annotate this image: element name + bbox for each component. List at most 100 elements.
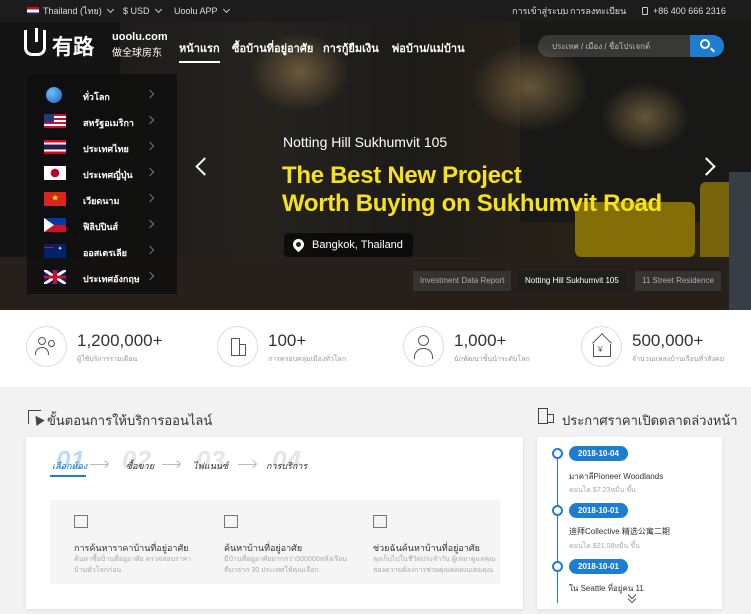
country-item-philippines[interactable]: ฟิลิปปินส์ xyxy=(27,212,177,238)
logo-mark-icon xyxy=(24,28,46,56)
country-label: ประเทศไทย xyxy=(83,144,129,154)
service-desc: ลุงเก็บไปในชีวิตประจำวัน ผู้เหยาดูแลคุณส… xyxy=(373,556,496,574)
service-title: ค้นหาบ้านที่อยู่อาศัย xyxy=(224,543,303,553)
stat-number: 1,000+ xyxy=(454,331,507,350)
country-label: เวียดนาม xyxy=(83,196,120,206)
presale-item-price: คอนโด $7.23หมื่น ขึ้น xyxy=(569,487,636,494)
chevron-right-icon xyxy=(145,141,155,151)
arrow-right-icon xyxy=(162,464,180,465)
country-item-thailand[interactable]: ประเทศไทย xyxy=(27,134,177,160)
login-link[interactable]: การเข้าสู่ระบบ xyxy=(512,0,568,22)
presale-date: 2018-10-04 xyxy=(569,446,628,461)
stat-caption: ผู้ใช้บริการรายเดือน xyxy=(77,356,138,363)
country-item-japan[interactable]: ประเทศญี่ปุ่น xyxy=(27,160,177,186)
building-icon xyxy=(538,408,554,424)
register-link[interactable]: การลงทะเบียน xyxy=(570,0,626,22)
top-divider: | xyxy=(562,6,565,16)
country-label: ทั่วโลก xyxy=(83,92,110,102)
nav-buy-residence[interactable]: ซื้อบ้านที่อยู่อาศัย xyxy=(232,39,313,57)
australia-flag-icon: ✦ xyxy=(44,244,66,258)
stat-caption: จำนวนแหล่งบ้านเรือนทั่วสังคม xyxy=(632,356,725,363)
top-bar: Thailand (ไทย) $ USD Uoolu APP การเข้าสู… xyxy=(0,0,751,22)
cursor-click-icon xyxy=(28,410,45,427)
chevron-down-icon xyxy=(154,5,162,14)
stat-caption: การครอบคลุมเมืองทั่วโลก xyxy=(268,356,347,363)
presale-item-title[interactable]: 迪拜Collective 精选公寓二期 xyxy=(569,526,670,537)
country-item-vietnam[interactable]: ★ เวียดนาม xyxy=(27,186,177,212)
nav-housekeeper[interactable]: พ่อบ้าน/แม่บ้าน xyxy=(392,39,465,57)
building-icon xyxy=(217,326,258,367)
document-search-icon xyxy=(373,515,387,528)
currency-label: $ USD xyxy=(123,6,150,16)
country-item-us[interactable]: สหรัฐอเมริกา xyxy=(27,108,177,134)
slide-location-badge: Bangkok, Thailand xyxy=(284,233,413,257)
step-active-underline xyxy=(50,475,86,477)
chart-house-icon xyxy=(74,515,88,528)
carousel-thumb[interactable]: Investment Data Report xyxy=(413,271,512,291)
slide-title-line2: Worth Buying on Sukhumvit Road xyxy=(282,190,662,217)
nav-loans[interactable]: การกู้ยืมเงิน xyxy=(323,39,379,57)
region-label: Thailand (ไทย) xyxy=(43,6,102,16)
double-chevron-down-icon[interactable] xyxy=(627,590,637,604)
presale-item-title[interactable]: มาคาลีPioneer Woodlands xyxy=(569,470,663,483)
thailand-flag-icon xyxy=(27,6,39,15)
chevron-right-icon xyxy=(145,167,155,177)
currency-selector[interactable]: $ USD xyxy=(123,0,162,22)
app-menu[interactable]: Uoolu APP xyxy=(174,0,230,22)
search-box xyxy=(538,35,724,57)
search-icon xyxy=(700,39,710,49)
search-button[interactable] xyxy=(690,35,724,57)
service-desc: ค้นหาซื้อบ้านที่อยู่อาศัย ตรวจสอบราคาบ้า… xyxy=(74,556,192,574)
presale-title: ประกาศราคาเปิดตลาดล่วงหน้า xyxy=(562,413,738,428)
slide-subtitle: Notting Hill Sukhumvit 105 xyxy=(283,134,448,150)
step-label[interactable]: เลือกห้อง xyxy=(52,459,87,473)
chevron-right-icon xyxy=(145,89,155,99)
presale-item-price: คอนโด $21.08หมื่น ขึ้น xyxy=(569,543,640,550)
phone-text: +86 400 666 2316 xyxy=(653,6,726,16)
presale-date: 2018-10-01 xyxy=(569,503,628,518)
process-steps: 01 เลือกห้อง 02 ซื้อขาย 03 ไฟแนนซ์ 04 กา… xyxy=(50,441,330,481)
process-card: 01 เลือกห้อง 02 ซื้อขาย 03 ไฟแนนซ์ 04 กา… xyxy=(26,437,523,609)
slide-location: Bangkok, Thailand xyxy=(312,239,403,251)
step-label[interactable]: ซื้อขาย xyxy=(126,459,154,473)
stat-caption: นักพัฒนาชั้นนำระดับโลก xyxy=(454,356,530,363)
chevron-right-icon xyxy=(145,271,155,281)
arrow-right-icon xyxy=(238,464,256,465)
carousel-thumb[interactable]: 11 Street Residence xyxy=(635,271,721,291)
phone-icon xyxy=(642,6,648,15)
chevron-down-icon xyxy=(106,5,114,14)
logo-chinese: 有路 xyxy=(52,35,94,59)
presale-card: 2018-10-04 มาคาลีPioneer Woodlands คอนโด… xyxy=(537,437,722,609)
person-tie-icon xyxy=(403,326,444,367)
presale-date: 2018-10-01 xyxy=(569,559,628,574)
country-item-uk[interactable]: ประเทศอังกฤษ xyxy=(27,264,177,290)
phone-number: +86 400 666 2316 xyxy=(642,0,726,22)
nav-home[interactable]: หน้าแรก xyxy=(179,39,220,63)
chevron-down-icon xyxy=(222,5,230,14)
country-label: ประเทศญี่ปุ่น xyxy=(83,170,133,180)
vietnam-flag-icon: ★ xyxy=(44,192,66,206)
philippines-flag-icon xyxy=(44,218,66,232)
process-title: ขั้นตอนการให้บริการออนไลน์ xyxy=(47,413,213,428)
timeline-dot xyxy=(552,448,563,459)
logo-slogan: 做全球房东 xyxy=(112,48,162,59)
services-panel: การค้นหาราคาบ้านที่อยู่อาศัย ค้นหาซื้อบ้… xyxy=(50,500,500,584)
service-desc: มีบ้านที่อยู่อาศัยมากกว่า500000หลังเรือน… xyxy=(224,556,348,574)
country-label: สหรัฐอเมริกา xyxy=(83,118,134,128)
stat-number: 100+ xyxy=(268,331,307,350)
step-label[interactable]: ไฟแนนซ์ xyxy=(193,459,228,473)
step-label[interactable]: การบริการ xyxy=(266,459,307,473)
search-input[interactable] xyxy=(538,35,690,57)
uk-flag-icon xyxy=(44,270,66,284)
carousel-thumb-active[interactable]: Notting Hill Sukhumvit 105 xyxy=(518,271,626,291)
country-item-australia[interactable]: ✦ ออสเตรเลีย xyxy=(27,238,177,264)
country-item-global[interactable]: ทั่วโลก xyxy=(27,82,177,108)
house-search-icon xyxy=(224,515,238,528)
arrow-right-icon xyxy=(90,464,108,465)
region-selector[interactable]: Thailand (ไทย) xyxy=(27,0,114,22)
thailand-flag-icon xyxy=(44,140,66,154)
timeline-dot xyxy=(552,561,563,572)
chevron-right-icon xyxy=(145,245,155,255)
us-flag-icon xyxy=(44,114,66,128)
hero-banner: 有路 uoolu.com 做全球房东 หน้าแรก ซื้อบ้านที่อย… xyxy=(0,22,751,310)
